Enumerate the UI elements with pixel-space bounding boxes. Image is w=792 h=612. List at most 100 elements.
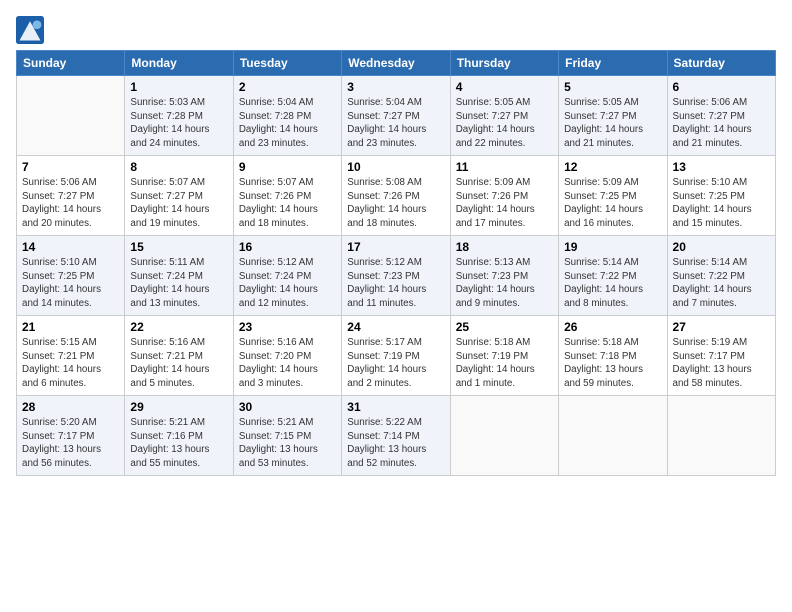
logo [16, 16, 46, 44]
day-number: 24 [347, 320, 444, 334]
logo-icon [16, 16, 44, 44]
day-detail: Sunrise: 5:19 AM Sunset: 7:17 PM Dayligh… [673, 336, 770, 391]
calendar-cell: 12 Sunrise: 5:09 AM Sunset: 7:25 PM Dayli… [559, 156, 667, 236]
day-detail: Sunrise: 5:12 AM Sunset: 7:23 PM Dayligh… [347, 256, 444, 311]
day-number: 17 [347, 240, 444, 254]
day-detail: Sunrise: 5:05 AM Sunset: 7:27 PM Dayligh… [564, 96, 661, 151]
calendar-cell: 19 Sunrise: 5:14 AM Sunset: 7:22 PM Dayli… [559, 236, 667, 316]
day-number: 19 [564, 240, 661, 254]
day-detail: Sunrise: 5:15 AM Sunset: 7:21 PM Dayligh… [22, 336, 119, 391]
calendar-week-row: 21 Sunrise: 5:15 AM Sunset: 7:21 PM Dayli… [17, 316, 776, 396]
day-number: 22 [130, 320, 227, 334]
day-number: 28 [22, 400, 119, 414]
day-detail: Sunrise: 5:07 AM Sunset: 7:26 PM Dayligh… [239, 176, 336, 231]
weekday-header: Sunday [17, 51, 125, 76]
day-detail: Sunrise: 5:04 AM Sunset: 7:28 PM Dayligh… [239, 96, 336, 151]
calendar-week-row: 28Sunrise: 5:20 AM Sunset: 7:17 PM Dayli… [17, 396, 776, 476]
day-number: 1 [130, 80, 227, 94]
calendar-cell: 16Sunrise: 5:12 AM Sunset: 7:24 PM Dayli… [233, 236, 341, 316]
calendar-week-row: 7 Sunrise: 5:06 AM Sunset: 7:27 PM Daylig… [17, 156, 776, 236]
day-number: 9 [239, 160, 336, 174]
weekday-header: Tuesday [233, 51, 341, 76]
day-number: 7 [22, 160, 119, 174]
calendar-week-row: 1 Sunrise: 5:03 AM Sunset: 7:28 PM Daylig… [17, 76, 776, 156]
day-detail: Sunrise: 5:16 AM Sunset: 7:20 PM Dayligh… [239, 336, 336, 391]
calendar-cell: 14 Sunrise: 5:10 AM Sunset: 7:25 PM Dayli… [17, 236, 125, 316]
day-number: 4 [456, 80, 553, 94]
calendar-cell: 23 Sunrise: 5:16 AM Sunset: 7:20 PM Dayli… [233, 316, 341, 396]
calendar-cell: 20 Sunrise: 5:14 AM Sunset: 7:22 PM Dayli… [667, 236, 775, 316]
day-number: 29 [130, 400, 227, 414]
page-header [16, 16, 776, 44]
day-number: 25 [456, 320, 553, 334]
day-number: 3 [347, 80, 444, 94]
day-number: 30 [239, 400, 336, 414]
day-number: 14 [22, 240, 119, 254]
weekday-header-row: SundayMondayTuesdayWednesdayThursdayFrid… [17, 51, 776, 76]
day-number: 15 [130, 240, 227, 254]
calendar-cell [17, 76, 125, 156]
day-number: 5 [564, 80, 661, 94]
day-number: 2 [239, 80, 336, 94]
day-number: 26 [564, 320, 661, 334]
calendar-cell: 28Sunrise: 5:20 AM Sunset: 7:17 PM Dayli… [17, 396, 125, 476]
day-number: 23 [239, 320, 336, 334]
calendar-cell: 1 Sunrise: 5:03 AM Sunset: 7:28 PM Daylig… [125, 76, 233, 156]
day-detail: Sunrise: 5:07 AM Sunset: 7:27 PM Dayligh… [130, 176, 227, 231]
day-number: 6 [673, 80, 770, 94]
day-number: 8 [130, 160, 227, 174]
day-number: 20 [673, 240, 770, 254]
day-detail: Sunrise: 5:14 AM Sunset: 7:22 PM Dayligh… [564, 256, 661, 311]
day-detail: Sunrise: 5:11 AM Sunset: 7:24 PM Dayligh… [130, 256, 227, 311]
calendar-cell: 27Sunrise: 5:19 AM Sunset: 7:17 PM Dayli… [667, 316, 775, 396]
day-detail: Sunrise: 5:08 AM Sunset: 7:26 PM Dayligh… [347, 176, 444, 231]
calendar-cell: 26 Sunrise: 5:18 AM Sunset: 7:18 PM Dayli… [559, 316, 667, 396]
day-detail: Sunrise: 5:18 AM Sunset: 7:19 PM Dayligh… [456, 336, 553, 391]
day-detail: Sunrise: 5:22 AM Sunset: 7:14 PM Dayligh… [347, 416, 444, 471]
day-detail: Sunrise: 5:17 AM Sunset: 7:19 PM Dayligh… [347, 336, 444, 391]
weekday-header: Monday [125, 51, 233, 76]
calendar-cell: 22Sunrise: 5:16 AM Sunset: 7:21 PM Dayli… [125, 316, 233, 396]
day-detail: Sunrise: 5:03 AM Sunset: 7:28 PM Dayligh… [130, 96, 227, 151]
day-detail: Sunrise: 5:21 AM Sunset: 7:16 PM Dayligh… [130, 416, 227, 471]
day-number: 16 [239, 240, 336, 254]
calendar-cell: 24 Sunrise: 5:17 AM Sunset: 7:19 PM Dayli… [342, 316, 450, 396]
calendar-cell: 29 Sunrise: 5:21 AM Sunset: 7:16 PM Dayli… [125, 396, 233, 476]
calendar-cell: 9 Sunrise: 5:07 AM Sunset: 7:26 PM Daylig… [233, 156, 341, 236]
calendar-cell: 10 Sunrise: 5:08 AM Sunset: 7:26 PM Dayli… [342, 156, 450, 236]
calendar-cell: 3 Sunrise: 5:04 AM Sunset: 7:27 PM Daylig… [342, 76, 450, 156]
calendar-week-row: 14 Sunrise: 5:10 AM Sunset: 7:25 PM Dayli… [17, 236, 776, 316]
day-number: 11 [456, 160, 553, 174]
day-number: 12 [564, 160, 661, 174]
calendar-cell: 30 Sunrise: 5:21 AM Sunset: 7:15 PM Dayli… [233, 396, 341, 476]
day-detail: Sunrise: 5:21 AM Sunset: 7:15 PM Dayligh… [239, 416, 336, 471]
day-detail: Sunrise: 5:10 AM Sunset: 7:25 PM Dayligh… [673, 176, 770, 231]
day-detail: Sunrise: 5:18 AM Sunset: 7:18 PM Dayligh… [564, 336, 661, 391]
calendar-header: SundayMondayTuesdayWednesdayThursdayFrid… [17, 51, 776, 76]
day-detail: Sunrise: 5:04 AM Sunset: 7:27 PM Dayligh… [347, 96, 444, 151]
calendar-body: 1 Sunrise: 5:03 AM Sunset: 7:28 PM Daylig… [17, 76, 776, 476]
day-detail: Sunrise: 5:10 AM Sunset: 7:25 PM Dayligh… [22, 256, 119, 311]
day-detail: Sunrise: 5:09 AM Sunset: 7:26 PM Dayligh… [456, 176, 553, 231]
day-detail: Sunrise: 5:14 AM Sunset: 7:22 PM Dayligh… [673, 256, 770, 311]
calendar-cell [559, 396, 667, 476]
calendar-cell: 11 Sunrise: 5:09 AM Sunset: 7:26 PM Dayli… [450, 156, 558, 236]
calendar-cell: 21 Sunrise: 5:15 AM Sunset: 7:21 PM Dayli… [17, 316, 125, 396]
calendar-cell [667, 396, 775, 476]
weekday-header: Saturday [667, 51, 775, 76]
day-detail: Sunrise: 5:09 AM Sunset: 7:25 PM Dayligh… [564, 176, 661, 231]
day-number: 18 [456, 240, 553, 254]
calendar-cell: 8 Sunrise: 5:07 AM Sunset: 7:27 PM Daylig… [125, 156, 233, 236]
day-detail: Sunrise: 5:05 AM Sunset: 7:27 PM Dayligh… [456, 96, 553, 151]
day-detail: Sunrise: 5:06 AM Sunset: 7:27 PM Dayligh… [673, 96, 770, 151]
calendar-cell: 6 Sunrise: 5:06 AM Sunset: 7:27 PM Daylig… [667, 76, 775, 156]
day-number: 21 [22, 320, 119, 334]
calendar-cell: 5 Sunrise: 5:05 AM Sunset: 7:27 PM Daylig… [559, 76, 667, 156]
calendar-cell: 25 Sunrise: 5:18 AM Sunset: 7:19 PM Dayli… [450, 316, 558, 396]
calendar-cell: 2 Sunrise: 5:04 AM Sunset: 7:28 PM Daylig… [233, 76, 341, 156]
day-number: 10 [347, 160, 444, 174]
day-detail: Sunrise: 5:06 AM Sunset: 7:27 PM Dayligh… [22, 176, 119, 231]
calendar-cell: 31Sunrise: 5:22 AM Sunset: 7:14 PM Dayli… [342, 396, 450, 476]
day-detail: Sunrise: 5:13 AM Sunset: 7:23 PM Dayligh… [456, 256, 553, 311]
day-number: 13 [673, 160, 770, 174]
